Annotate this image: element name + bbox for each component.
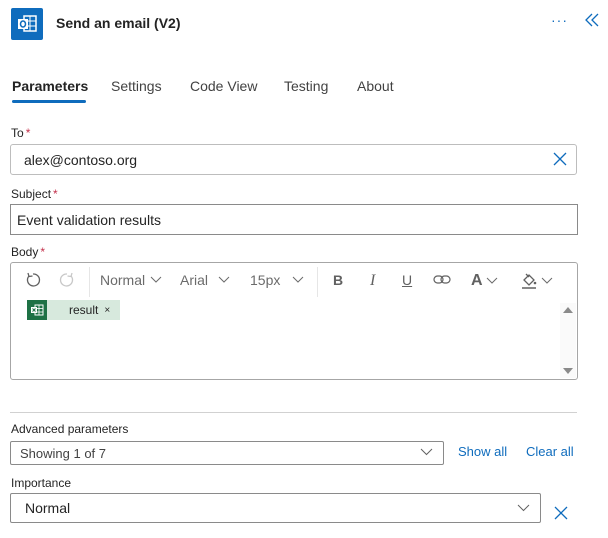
subject-label: Subject *: [11, 187, 58, 201]
tab-testing[interactable]: Testing: [284, 78, 328, 94]
font-color-label: A: [471, 272, 483, 289]
toolbar-divider: [317, 267, 318, 297]
show-all-link[interactable]: Show all: [458, 444, 507, 459]
chevron-down-icon: [517, 504, 530, 512]
importance-label: Importance: [11, 476, 72, 490]
scroll-down-icon[interactable]: [563, 368, 573, 374]
token-label: result: [69, 303, 99, 317]
remove-parameter-icon[interactable]: [554, 506, 568, 520]
undo-icon[interactable]: [25, 272, 41, 288]
chevron-down-icon: [293, 276, 304, 283]
advanced-parameters-value: Showing 1 of 7: [20, 445, 107, 461]
chevron-down-icon: [541, 277, 553, 284]
bold-button[interactable]: B: [333, 272, 343, 288]
required-marker: *: [53, 187, 58, 201]
chevron-down-icon: [486, 277, 497, 284]
subject-label-text: Subject: [11, 187, 52, 201]
body-editor[interactable]: Normal Arial 15px B I U A result ×: [10, 262, 578, 380]
body-scrollbar[interactable]: [560, 303, 576, 378]
collapse-panel-icon[interactable]: [584, 12, 600, 28]
page-title: Send an email (V2): [56, 15, 181, 31]
advanced-parameters-label: Advanced parameters: [11, 422, 129, 436]
body-label-text: Body: [11, 245, 39, 259]
more-options-icon[interactable]: ···: [551, 12, 568, 28]
tab-settings[interactable]: Settings: [111, 78, 162, 94]
paint-bucket-icon: [522, 273, 537, 289]
link-icon[interactable]: [433, 274, 451, 286]
tab-code-view[interactable]: Code View: [190, 78, 257, 94]
outlook-icon: [11, 8, 43, 40]
highlight-color-button[interactable]: [520, 272, 553, 290]
to-label-text: To: [11, 126, 24, 140]
clear-all-link[interactable]: Clear all: [526, 444, 574, 459]
to-value: alex@contoso.org: [24, 151, 138, 168]
to-field[interactable]: alex@contoso.org: [10, 144, 577, 175]
italic-button[interactable]: I: [370, 272, 375, 290]
excel-icon: [27, 300, 47, 320]
clear-icon[interactable]: [553, 152, 567, 166]
toolbar-divider: [89, 267, 90, 297]
paragraph-style-value: Normal: [100, 272, 146, 288]
body-label: Body *: [11, 245, 45, 259]
active-tab-indicator: [12, 100, 86, 103]
scroll-up-icon[interactable]: [563, 307, 573, 313]
required-marker: *: [25, 126, 31, 140]
tab-about[interactable]: About: [357, 78, 394, 94]
to-label: To *: [11, 126, 30, 140]
dynamic-content-token[interactable]: result ×: [27, 300, 120, 320]
paragraph-style-dropdown[interactable]: Normal: [100, 272, 162, 288]
font-color-button[interactable]: A: [471, 272, 498, 290]
font-dropdown[interactable]: Arial: [180, 272, 230, 288]
remove-token-icon[interactable]: ×: [104, 305, 110, 316]
advanced-parameters-dropdown[interactable]: Showing 1 of 7: [10, 441, 444, 465]
importance-value: Normal: [25, 500, 71, 516]
redo-icon[interactable]: [59, 272, 75, 288]
importance-dropdown[interactable]: Normal: [10, 493, 541, 523]
chevron-down-icon: [420, 448, 433, 456]
tab-parameters[interactable]: Parameters: [12, 78, 88, 94]
chevron-down-icon: [150, 276, 162, 283]
subject-value: Event validation results: [17, 211, 161, 228]
font-value: Arial: [180, 272, 209, 288]
font-size-dropdown[interactable]: 15px: [250, 272, 304, 288]
chevron-down-icon: [218, 276, 230, 283]
required-marker: *: [40, 245, 46, 259]
section-divider: [10, 412, 577, 413]
subject-field[interactable]: Event validation results: [10, 204, 578, 235]
underline-button[interactable]: U: [402, 272, 412, 288]
font-size-value: 15px: [250, 272, 281, 288]
